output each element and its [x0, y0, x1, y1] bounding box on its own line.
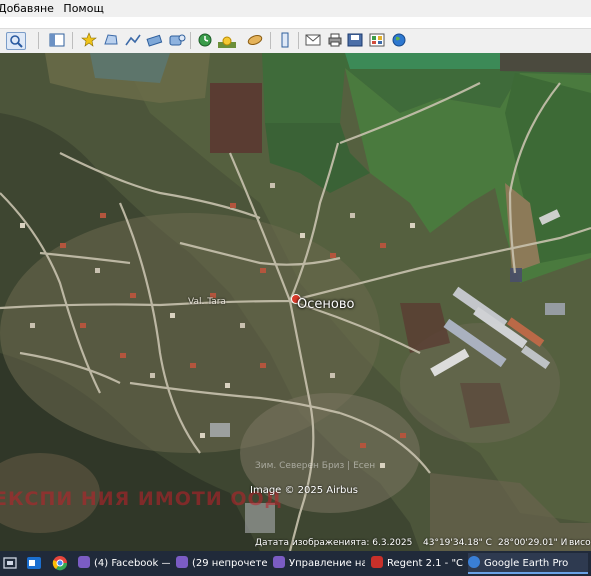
sun-icon[interactable] [218, 32, 236, 48]
browser-icon [273, 556, 285, 568]
menu-item-help[interactable]: Помощ [63, 0, 109, 17]
browser-icon [78, 556, 90, 568]
email-icon[interactable] [304, 32, 322, 48]
placemark-icon[interactable] [80, 32, 98, 48]
latitude-readout: 43°19'34.18" С [423, 538, 492, 548]
imagery-date: Датата изображенията: 6.3.2025 [255, 538, 413, 548]
maps-icon[interactable] [368, 32, 386, 48]
taskbar-app-mail[interactable]: (29 непрочетен [176, 553, 268, 574]
google-earth-icon [468, 556, 480, 568]
earth-icon[interactable] [390, 32, 408, 48]
map-viewport[interactable]: Val. Tara Осеново Зим. Северен Бриз | Ес… [0, 53, 591, 551]
altitude-label: висо [569, 538, 591, 548]
menu-item-add[interactable]: Добавяне [0, 0, 60, 17]
print-icon[interactable] [326, 32, 344, 48]
taskbar-app-google-earth[interactable]: Google Earth Pro [468, 553, 588, 574]
taskbar-app-facebook[interactable]: (4) Facebook — [78, 553, 170, 574]
sidebar-icon[interactable] [48, 32, 66, 48]
faded-overlay-text: Зим. Северен Бриз | Есен [255, 461, 376, 471]
regent-icon [371, 556, 383, 568]
browser-icon [176, 556, 188, 568]
overlay-icon[interactable] [146, 32, 164, 48]
street-label: Val. Tara [188, 297, 226, 307]
save-image-icon[interactable] [346, 32, 364, 48]
ruler-icon[interactable] [276, 32, 294, 48]
path-icon[interactable] [124, 32, 142, 48]
longitude-readout: 28°00'29.01" И [498, 538, 568, 548]
status-bar: Датата изображенията: 6.3.2025 43°19'34.… [0, 537, 591, 551]
toolbar [0, 28, 591, 54]
place-label[interactable]: Осеново [297, 297, 354, 312]
search-icon[interactable] [6, 32, 26, 50]
outlook-icon[interactable] [26, 555, 42, 571]
copyright-label: Image © 2025 Airbus [250, 485, 358, 496]
history-icon[interactable] [196, 32, 214, 48]
watermark: ЕКСПИ НИЯ ИМОТИ ООД [0, 488, 283, 510]
taskbar-app-management[interactable]: Управление на [273, 553, 365, 574]
taskbar-app-regent[interactable]: Regent 2.1 - "CE [371, 553, 463, 574]
menu-bar: Добавяне Помощ [0, 0, 591, 17]
taskbar: (4) Facebook — (29 непрочетен Управление… [0, 551, 591, 576]
planets-icon[interactable] [246, 32, 264, 48]
tour-icon[interactable] [168, 32, 186, 48]
polygon-icon[interactable] [102, 32, 120, 48]
chrome-icon[interactable] [52, 555, 68, 571]
task-view-icon[interactable] [2, 555, 18, 571]
